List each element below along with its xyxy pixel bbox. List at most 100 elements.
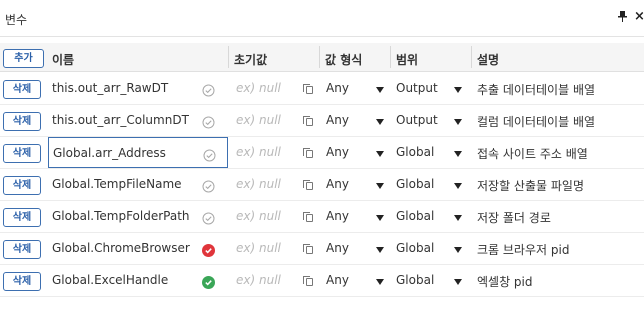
column-divider[interactable] <box>390 46 391 68</box>
panel-titlebar: 변수 × <box>0 0 644 37</box>
scope-select[interactable]: Global <box>396 209 434 223</box>
variable-row: 삭제 Global.ExcelHandle ex) null Any Global 엑셀창… <box>0 265 644 297</box>
delete-button[interactable]: 삭제 <box>3 80 41 99</box>
scope-select[interactable]: Global <box>396 241 434 255</box>
initial-value-input[interactable]: ex) null <box>236 273 281 287</box>
variable-name: Global.ChromeBrowser <box>52 241 190 255</box>
variable-name: Global.TempFolderPath <box>52 209 190 223</box>
validation-check-icon <box>202 210 215 229</box>
delete-button[interactable]: 삭제 <box>3 144 41 163</box>
table-header: 추가 이름 초기값 값 형식 범위 설명 <box>0 43 644 72</box>
validation-check-icon <box>202 82 215 101</box>
initial-value-input[interactable]: ex) null <box>236 177 281 191</box>
description-text[interactable]: 저장할 산출물 파일명 <box>477 177 584 194</box>
description-text[interactable]: 저장 폴더 경로 <box>477 209 551 226</box>
column-divider[interactable] <box>471 46 472 68</box>
chevron-down-icon[interactable] <box>454 119 462 125</box>
variable-row: 삭제 this.out_arr_ColumnDT ex) null Any Output… <box>0 105 644 137</box>
scope-select[interactable]: Output <box>396 113 438 127</box>
scope-select[interactable]: Global <box>396 145 434 159</box>
delete-button[interactable]: 삭제 <box>3 272 41 291</box>
description-text[interactable]: 추출 데이터테이블 배열 <box>477 81 595 98</box>
initial-value-input[interactable]: ex) null <box>236 113 281 127</box>
variable-name: this.out_arr_ColumnDT <box>52 113 189 127</box>
close-icon[interactable]: × <box>634 9 644 24</box>
column-divider[interactable] <box>319 46 320 68</box>
variable-name: Global.TempFileName <box>52 177 182 191</box>
delete-button[interactable]: 삭제 <box>3 112 41 131</box>
variable-row: 삭제 Global.TempFileName ex) null Any Global 저장… <box>0 169 644 201</box>
chevron-down-icon[interactable] <box>376 119 384 125</box>
copy-icon[interactable] <box>303 244 313 254</box>
variable-name-field[interactable]: Global.TempFileName <box>48 169 228 200</box>
validation-check-icon <box>202 178 215 197</box>
variable-name-field[interactable]: Global.TempFolderPath <box>48 201 228 232</box>
chevron-down-icon[interactable] <box>454 247 462 253</box>
copy-icon[interactable] <box>303 180 313 190</box>
variable-name-field[interactable]: Global.arr_Address <box>48 137 228 168</box>
scope-select[interactable]: Output <box>396 81 438 95</box>
copy-icon[interactable] <box>303 116 313 126</box>
chevron-down-icon[interactable] <box>454 87 462 93</box>
chevron-down-icon[interactable] <box>376 279 384 285</box>
variable-name-field[interactable]: this.out_arr_ColumnDT <box>48 105 228 136</box>
description-text[interactable]: 엑셀창 pid <box>477 273 533 290</box>
variable-row: 삭제 Global.ChromeBrowser ex) null Any Global 크… <box>0 233 644 265</box>
delete-button[interactable]: 삭제 <box>3 208 41 227</box>
panel-title: 변수 <box>5 13 28 27</box>
column-divider[interactable] <box>228 46 229 68</box>
chevron-down-icon[interactable] <box>454 183 462 189</box>
chevron-down-icon[interactable] <box>454 151 462 157</box>
variable-row: 삭제 Global.TempFolderPath ex) null Any Global… <box>0 201 644 233</box>
initial-value-input[interactable]: ex) null <box>236 81 281 95</box>
description-text[interactable]: 크롬 브라우저 pid <box>477 241 569 258</box>
chevron-down-icon[interactable] <box>454 215 462 221</box>
scope-select[interactable]: Global <box>396 273 434 287</box>
value-type-select[interactable]: Any <box>326 113 349 127</box>
value-type-select[interactable]: Any <box>326 81 349 95</box>
variable-name-field[interactable]: this.out_arr_RawDT <box>48 73 228 104</box>
variable-name: Global.ExcelHandle <box>52 273 169 287</box>
column-name-header: 이름 <box>52 53 75 67</box>
description-text[interactable]: 접속 사이트 주소 배열 <box>477 145 588 162</box>
initial-value-input[interactable]: ex) null <box>236 209 281 223</box>
delete-button[interactable]: 삭제 <box>3 176 41 195</box>
validation-check-icon <box>202 114 215 133</box>
validation-check-icon <box>202 242 215 261</box>
value-type-select[interactable]: Any <box>326 273 349 287</box>
initial-value-input[interactable]: ex) null <box>236 241 281 255</box>
variables-panel: 변수 × 추가 이름 초기값 값 형식 범위 설명 삭제 this.out_arr… <box>0 0 644 319</box>
variable-row: 삭제 this.out_arr_RawDT ex) null Any Output 추출 … <box>0 73 644 105</box>
description-text[interactable]: 컬럼 데이터테이블 배열 <box>477 113 595 130</box>
value-type-select[interactable]: Any <box>326 177 349 191</box>
chevron-down-icon[interactable] <box>376 151 384 157</box>
value-type-select[interactable]: Any <box>326 241 349 255</box>
validation-check-icon <box>203 147 216 166</box>
chevron-down-icon[interactable] <box>376 87 384 93</box>
variable-name: Global.arr_Address <box>53 146 166 160</box>
copy-icon[interactable] <box>303 148 313 158</box>
chevron-down-icon[interactable] <box>376 247 384 253</box>
column-initial-header: 초기값 <box>234 53 268 67</box>
column-type-header: 값 형식 <box>325 53 363 67</box>
copy-icon[interactable] <box>303 84 313 94</box>
variable-name-field[interactable]: Global.ChromeBrowser <box>48 233 228 264</box>
chevron-down-icon[interactable] <box>454 279 462 285</box>
delete-button[interactable]: 삭제 <box>3 240 41 259</box>
chevron-down-icon[interactable] <box>376 215 384 221</box>
validation-check-icon <box>202 274 215 293</box>
copy-icon[interactable] <box>303 276 313 286</box>
value-type-select[interactable]: Any <box>326 209 349 223</box>
variable-row: 삭제 Global.arr_Address ex) null Any Global 접속 … <box>0 137 644 169</box>
column-scope-header: 범위 <box>396 53 419 67</box>
initial-value-input[interactable]: ex) null <box>236 145 281 159</box>
scope-select[interactable]: Global <box>396 177 434 191</box>
chevron-down-icon[interactable] <box>376 183 384 189</box>
add-button[interactable]: 추가 <box>3 49 44 68</box>
variable-name: this.out_arr_RawDT <box>52 81 169 95</box>
copy-icon[interactable] <box>303 212 313 222</box>
column-description-header: 설명 <box>477 53 500 67</box>
variable-name-field[interactable]: Global.ExcelHandle <box>48 265 228 296</box>
value-type-select[interactable]: Any <box>326 145 349 159</box>
pin-icon[interactable] <box>618 11 627 25</box>
